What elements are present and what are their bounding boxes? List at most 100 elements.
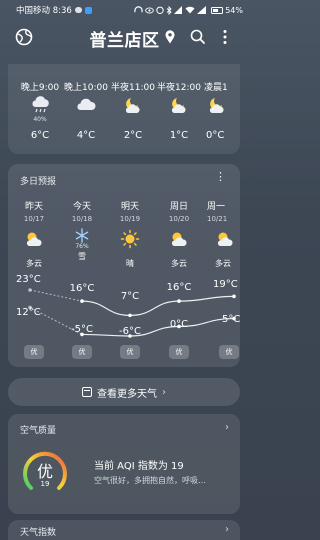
chevron-right-icon[interactable]: › [225, 524, 229, 535]
daily-forecast-card: 多日预报 ⋮ 昨天 10/17 多云 今天 10/18 76% 雪 明天 10/… [8, 164, 240, 367]
search-icon[interactable] [190, 29, 205, 44]
notification-icon [74, 7, 82, 13]
day-item[interactable]: 今天 10/18 76% 雪 [62, 199, 102, 262]
hour-temp: 4°C [76, 130, 96, 141]
weather-index-title: 天气指数 [20, 528, 57, 538]
air-quality-title: 空气质量 [20, 426, 57, 436]
day-condition: 雪 [78, 252, 86, 261]
high-temp-line-point [177, 299, 181, 303]
more-options-icon[interactable]: ⋮ [215, 170, 226, 183]
daily-forecast-title: 多日预报 [20, 177, 57, 187]
day-condition: 晴 [126, 259, 134, 268]
day-date: 10/21 [207, 215, 228, 223]
day-condition: 多云 [215, 259, 231, 268]
hourly-forecast-card[interactable]: 晚上9:00 40% 6°C 晚上10:00 4°C 半夜11:00 2°C 半… [8, 64, 240, 154]
day-low-temp: 5°C [222, 314, 241, 325]
precip-probability [60, 116, 112, 124]
hour-temp: 6°C [30, 130, 50, 141]
more-vertical-icon[interactable] [221, 29, 229, 45]
signal-x-icon [174, 6, 183, 14]
day-name: 明天 [120, 202, 139, 212]
hour-item: 半夜12:00 1°C [153, 80, 205, 141]
air-quality-card[interactable]: 空气质量 › 优 19 当前 AQI 指数为 19 空气很好，多拥抱自然，呼吸… [8, 414, 240, 514]
day-high-temp: 16°C [166, 282, 192, 293]
hour-time: 半夜12:00 [157, 83, 201, 93]
wifi-icon [185, 6, 195, 14]
day-high-temp: 19°C [213, 279, 238, 290]
hour-item: 晚上9:00 40% 6°C [14, 80, 66, 141]
precip-probability [159, 250, 199, 257]
alarm-icon [156, 6, 164, 14]
carrier-time: 中国移动 8:36 [16, 6, 72, 16]
headphones-icon [134, 6, 143, 13]
day-name: 今天 [72, 202, 91, 212]
day-name: 昨天 [24, 202, 43, 212]
hour-item: 凌晨1 0°C [200, 80, 240, 141]
day-high-temp: 23°C [16, 274, 41, 285]
day-low-temp: -5°C [71, 324, 93, 335]
aqi-chip: 优 [169, 345, 189, 359]
cloudy-icon [77, 98, 96, 110]
day-item[interactable]: 周日 10/20 多云 [159, 199, 199, 269]
city-title[interactable]: 普兰店区 [0, 26, 249, 51]
partly-cloudy-night-icon [125, 98, 140, 113]
aqi-description: 空气很好，多拥抱自然，呼吸… [94, 476, 206, 485]
day-date: 10/20 [168, 215, 190, 223]
view-more-weather-button[interactable]: 查看更多天气 › [8, 378, 240, 406]
day-low-temp: -6°C [119, 326, 141, 337]
hour-time: 半夜11:00 [111, 83, 155, 93]
precip-probability [110, 250, 150, 257]
view-more-label: 查看更多天气 [97, 388, 157, 400]
app-notification-icon [84, 6, 92, 14]
aqi-gauge: 优 19 [20, 447, 70, 497]
hour-temp: 2°C [123, 130, 143, 141]
sunny-icon [120, 229, 140, 249]
hour-time: 晚上9:00 [20, 83, 60, 93]
weather-index-card[interactable]: 天气指数 › [8, 520, 240, 540]
hour-time: 凌晨1 [204, 83, 228, 93]
chevron-right-icon[interactable]: › [225, 422, 229, 433]
high-temp-line-point [128, 313, 132, 318]
rain-icon [32, 96, 49, 113]
eye-icon [145, 7, 155, 13]
day-item[interactable]: 明天 10/19 晴 [110, 199, 150, 269]
partly-cloudy-night-icon [171, 98, 186, 113]
day-date: 10/18 [71, 215, 93, 223]
day-low-temp: 12°C [16, 307, 41, 318]
high-temp-line-point [80, 299, 84, 303]
high-temp-line [81, 295, 235, 316]
aqi-level: 优 [36, 462, 53, 481]
partly-cloudy-icon [26, 232, 42, 246]
day-condition: 多云 [26, 259, 42, 268]
chevron-right-icon: › [162, 386, 166, 398]
day-item[interactable]: 昨天 10/17 多云 [14, 199, 54, 269]
bluetooth-icon [166, 5, 172, 15]
snow-icon [75, 228, 89, 243]
precip-probability [14, 250, 54, 257]
low-temp-line [81, 317, 235, 337]
status-bar: 中国移动 8:36 54% [0, 0, 249, 20]
day-item[interactable]: 周一 10/21 多云 [207, 199, 240, 269]
hour-temp: 0°C [206, 130, 225, 141]
day-low-temp: 0°C [169, 319, 189, 330]
hour-item: 晚上10:00 4°C [60, 80, 112, 141]
calendar-icon [82, 387, 92, 397]
hour-time: 晚上10:00 [64, 83, 108, 93]
precip-probability [153, 116, 205, 124]
day-condition: 多云 [171, 259, 187, 268]
precip-probability: 76% [75, 243, 89, 250]
high-temp-line-point [28, 288, 32, 292]
precip-probability [207, 250, 240, 257]
signal-icon [197, 6, 207, 14]
day-date: 10/17 [23, 215, 45, 223]
aqi-chip: 优 [72, 345, 92, 359]
precip-probability [200, 116, 240, 124]
header: 普兰店区 [0, 20, 249, 56]
day-high-temp: 16°C [69, 283, 95, 294]
aqi-index: 19 [40, 480, 50, 488]
precip-probability [107, 116, 159, 124]
high-temp-line-point [232, 294, 236, 299]
day-name: 周一 [207, 202, 226, 212]
day-high-temp: 7°C [120, 291, 140, 302]
hour-temp: 1°C [169, 130, 189, 141]
